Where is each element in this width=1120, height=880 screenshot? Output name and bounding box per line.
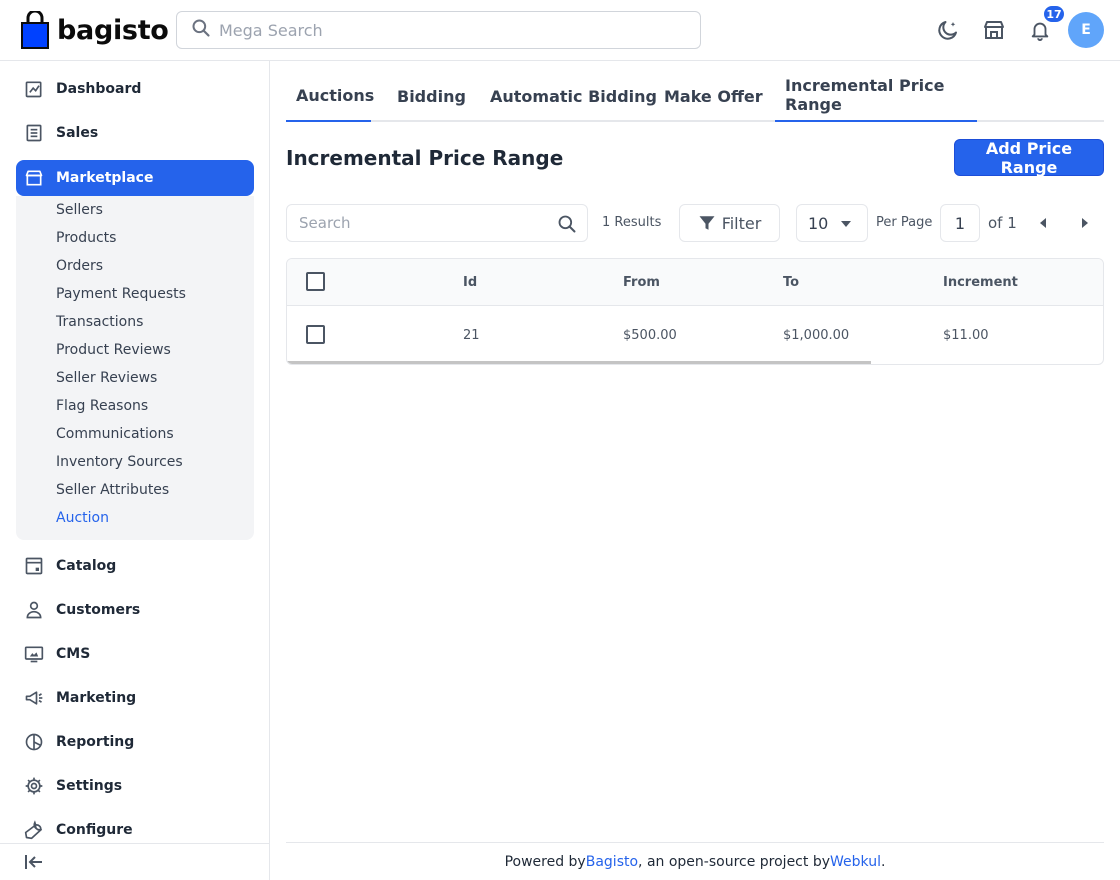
gear-icon: [24, 776, 44, 796]
storefront-icon[interactable]: [981, 17, 1007, 43]
cell-increment: $11.00: [943, 328, 989, 343]
mega-search-box[interactable]: [176, 11, 701, 49]
sidebar-item-reporting[interactable]: Reporting: [16, 724, 254, 760]
search-icon[interactable]: [557, 214, 577, 238]
column-header-increment[interactable]: Increment: [943, 275, 1018, 290]
results-count: 1 Results: [602, 215, 662, 230]
sales-icon: [24, 123, 44, 143]
submenu-item-products[interactable]: Products: [56, 230, 116, 246]
dark-mode-icon[interactable]: [935, 17, 961, 43]
cell-id: 21: [463, 328, 480, 343]
sidebar-item-label: Dashboard: [56, 81, 142, 97]
footer: Powered by Bagisto, an open-source proje…: [286, 842, 1104, 880]
submenu-item-product-reviews[interactable]: Product Reviews: [56, 342, 171, 358]
row-checkbox[interactable]: [306, 325, 325, 344]
cms-icon: [24, 644, 44, 664]
submenu-item-orders[interactable]: Orders: [56, 258, 103, 274]
store-icon: [24, 168, 44, 188]
price-range-table: Id From To Increment 21 $500.00 $1,000.0…: [286, 258, 1104, 365]
sidebar-item-dashboard[interactable]: Dashboard: [16, 71, 254, 107]
sidebar-item-label: Customers: [56, 602, 141, 618]
footer-suffix: .: [880, 853, 886, 870]
tab-auctions[interactable]: Auctions: [286, 70, 374, 122]
per-page-label: Per Page: [876, 215, 933, 230]
submenu-item-flag-reasons[interactable]: Flag Reasons: [56, 398, 148, 414]
reporting-icon: [24, 732, 44, 752]
horizontal-scrollbar[interactable]: [287, 361, 871, 364]
page-total-label: of 1: [988, 214, 1017, 232]
filter-label: Filter: [721, 213, 762, 233]
tab-make-offer[interactable]: Make Offer: [654, 70, 773, 122]
avatar[interactable]: E: [1068, 12, 1104, 48]
filter-icon: [698, 214, 716, 232]
webkul-link[interactable]: Webkul: [830, 854, 881, 870]
next-page-icon[interactable]: [1079, 217, 1091, 229]
sidebar: Dashboard Sales Marketplace Sellers Prod…: [0, 61, 270, 880]
add-price-range-button[interactable]: Add Price Range: [954, 139, 1104, 177]
page-title: Incremental Price Range: [286, 146, 564, 170]
notification-badge: 17: [1042, 4, 1066, 24]
datagrid-search-input[interactable]: [299, 214, 539, 232]
top-header: bagisto 17 E: [0, 0, 1120, 61]
tab-bidding[interactable]: Bidding: [387, 70, 476, 122]
mega-search-input[interactable]: [219, 20, 679, 40]
sidebar-collapse-bar[interactable]: [0, 843, 269, 880]
column-header-id[interactable]: Id: [463, 275, 477, 290]
submenu-item-inventory-sources[interactable]: Inventory Sources: [56, 454, 183, 470]
sidebar-item-label: Settings: [56, 778, 123, 794]
submenu-item-transactions[interactable]: Transactions: [56, 314, 143, 330]
filter-button[interactable]: Filter: [679, 204, 780, 242]
table-row: 21 $500.00 $1,000.00 $11.00: [287, 306, 1103, 363]
sidebar-item-label: CMS: [56, 646, 91, 662]
submenu-item-sellers[interactable]: Sellers: [56, 202, 103, 218]
catalog-icon: [24, 556, 44, 576]
table-header-row: Id From To Increment: [287, 259, 1103, 306]
wrench-icon: [24, 820, 44, 840]
select-all-checkbox[interactable]: [306, 272, 325, 291]
brand-logo[interactable]: bagisto: [20, 9, 169, 49]
sidebar-item-catalog[interactable]: Catalog: [16, 548, 254, 584]
sidebar-item-marketing[interactable]: Marketing: [16, 680, 254, 716]
customers-icon: [24, 600, 44, 620]
dashboard-icon: [24, 79, 44, 99]
column-header-to[interactable]: To: [783, 275, 799, 290]
per-page-value: 10: [808, 213, 829, 233]
submenu-item-auction[interactable]: Auction: [56, 510, 109, 526]
sidebar-item-customers[interactable]: Customers: [16, 592, 254, 628]
search-icon: [191, 18, 211, 42]
datagrid-search-box[interactable]: [286, 204, 588, 242]
brand-name: bagisto: [57, 14, 169, 46]
submenu-item-communications[interactable]: Communications: [56, 426, 174, 442]
tab-automatic-bidding[interactable]: Automatic Bidding: [480, 70, 667, 122]
sidebar-item-label: Reporting: [56, 734, 135, 750]
submenu-item-seller-attributes[interactable]: Seller Attributes: [56, 482, 169, 498]
sidebar-item-label: Sales: [56, 125, 99, 141]
cell-to: $1,000.00: [783, 328, 850, 343]
collapse-sidebar-icon[interactable]: [24, 853, 44, 875]
footer-prefix: Powered by: [504, 853, 586, 870]
sidebar-item-settings[interactable]: Settings: [16, 768, 254, 804]
sidebar-item-label: Catalog: [56, 558, 117, 574]
cell-from: $500.00: [623, 328, 677, 343]
column-header-from[interactable]: From: [623, 275, 660, 290]
megaphone-icon: [24, 688, 44, 708]
sidebar-item-sales[interactable]: Sales: [16, 115, 254, 151]
sidebar-item-marketplace[interactable]: Marketplace: [16, 160, 254, 196]
sidebar-item-label: Marketplace: [56, 170, 154, 186]
tab-incremental-price-range[interactable]: Incremental Price Range: [775, 70, 977, 122]
prev-page-icon[interactable]: [1037, 217, 1049, 229]
shopping-bag-icon: [20, 9, 50, 49]
sidebar-item-label: Configure: [56, 822, 133, 838]
sidebar-item-label: Marketing: [56, 690, 137, 706]
auction-tabs: Auctions Bidding Automatic Bidding Make …: [286, 70, 1104, 122]
footer-middle: , an open-source project by: [638, 853, 830, 870]
bagisto-link[interactable]: Bagisto: [586, 854, 638, 870]
submenu-item-payment-requests[interactable]: Payment Requests: [56, 286, 186, 302]
page-number-input[interactable]: [940, 204, 980, 242]
per-page-select[interactable]: 10: [796, 204, 868, 242]
submenu-item-seller-reviews[interactable]: Seller Reviews: [56, 370, 157, 386]
caret-down-icon: [841, 221, 851, 227]
sidebar-item-cms[interactable]: CMS: [16, 636, 254, 672]
